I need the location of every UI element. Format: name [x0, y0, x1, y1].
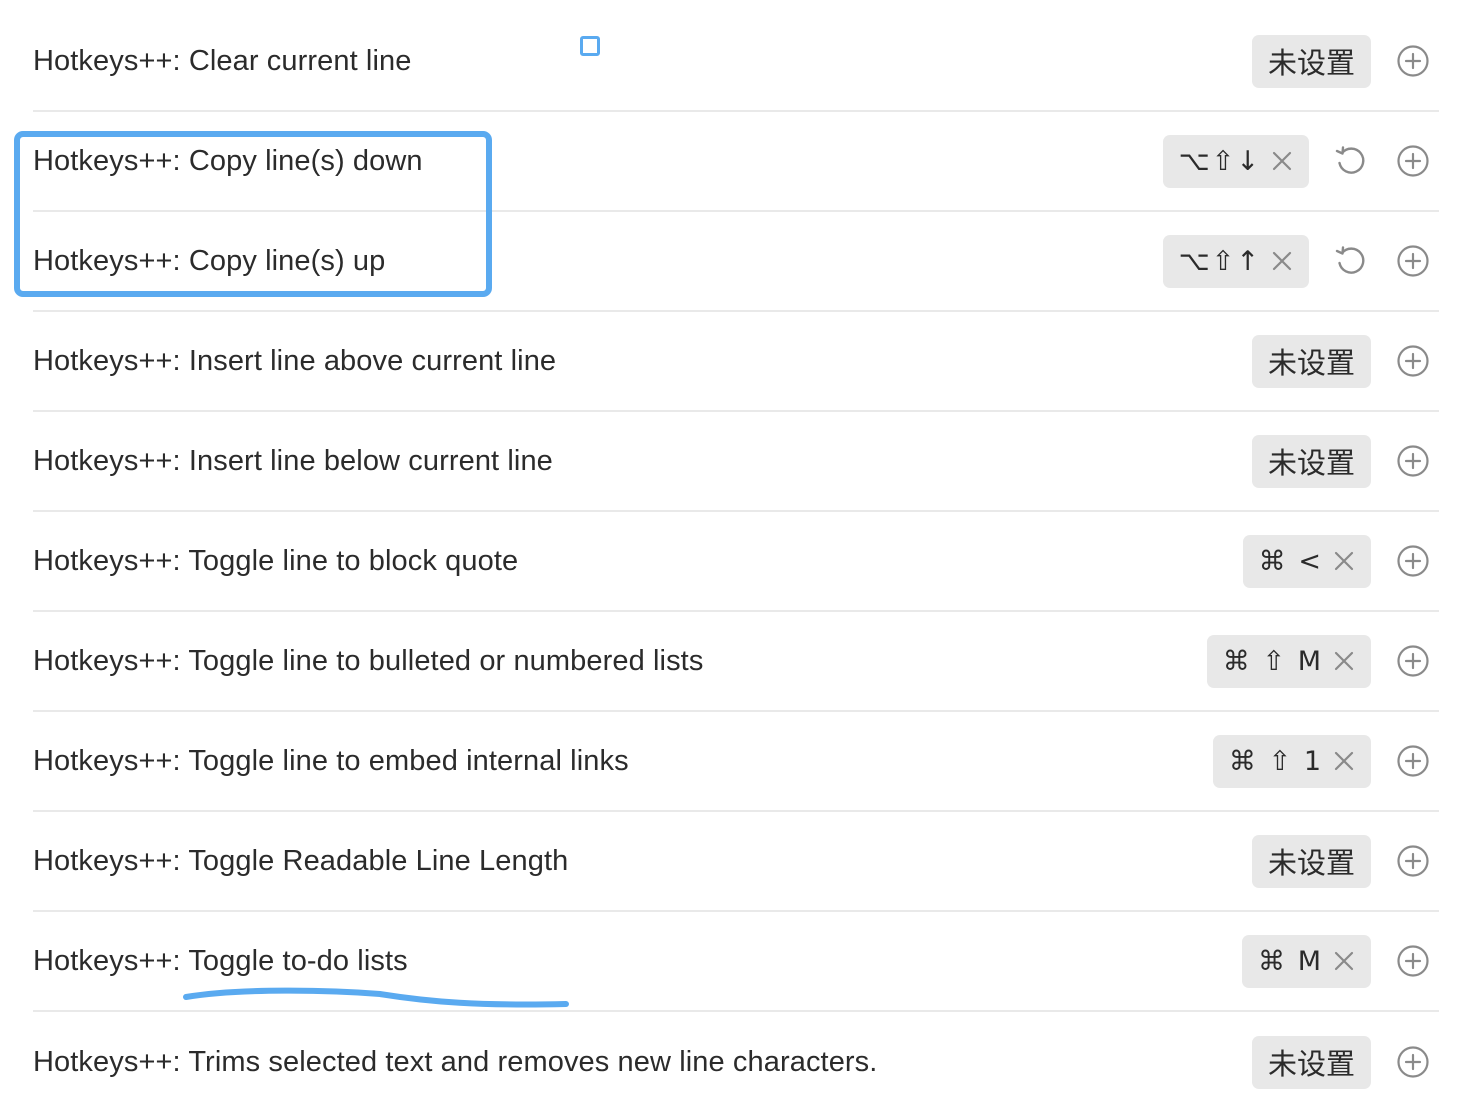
- plus-circle-icon[interactable]: [1393, 241, 1433, 281]
- plus-circle-icon[interactable]: [1393, 141, 1433, 181]
- close-icon[interactable]: [1269, 148, 1295, 174]
- hotkey-controls: ⌥⇧↑: [1162, 212, 1439, 310]
- command-name: Hotkeys++: Toggle Readable Line Length: [33, 844, 569, 877]
- hotkey-controls: ⌘ <: [1242, 512, 1439, 610]
- hotkey-row: Hotkeys++: Insert line below current lin…: [33, 412, 1439, 512]
- close-icon[interactable]: [1331, 548, 1357, 574]
- plus-circle-icon[interactable]: [1393, 541, 1433, 581]
- hotkey-keys: ⌥⇧↑: [1178, 245, 1261, 277]
- hotkey-keys: ⌘ ⇧ 1: [1229, 745, 1323, 777]
- hotkey-row: Hotkeys++: Clear current line 未设置: [33, 12, 1439, 112]
- hotkey-controls: ⌘ ⇧ 1: [1213, 712, 1439, 810]
- plus-circle-icon[interactable]: [1393, 841, 1433, 881]
- unset-hotkey-badge[interactable]: 未设置: [1251, 834, 1371, 888]
- hotkey-row: Hotkeys++: Toggle line to bulleted or nu…: [33, 612, 1439, 712]
- unset-hotkey-badge[interactable]: 未设置: [1251, 1035, 1371, 1089]
- command-name: Hotkeys++: Clear current line: [33, 44, 412, 77]
- command-name: Hotkeys++: Insert line above current lin…: [33, 344, 557, 377]
- reset-icon[interactable]: [1331, 241, 1371, 281]
- hotkey-controls: 未设置: [1251, 12, 1439, 110]
- hotkey-row: Hotkeys++: Copy line(s) up ⌥⇧↑: [33, 212, 1439, 312]
- close-icon[interactable]: [1331, 648, 1357, 674]
- plus-circle-icon[interactable]: [1393, 41, 1433, 81]
- hotkey-controls: 未设置: [1251, 312, 1439, 410]
- unset-hotkey-badge[interactable]: 未设置: [1251, 434, 1371, 488]
- unset-hotkey-badge[interactable]: 未设置: [1251, 34, 1371, 88]
- command-name: Hotkeys++: Toggle to-do lists: [33, 944, 408, 977]
- hotkey-row: Hotkeys++: Toggle Readable Line Length 未设…: [33, 812, 1439, 912]
- close-icon[interactable]: [1269, 248, 1295, 274]
- hotkey-row: Hotkeys++: Trims selected text and remov…: [33, 1012, 1439, 1112]
- plus-circle-icon[interactable]: [1393, 341, 1433, 381]
- command-name: Hotkeys++: Toggle line to block quote: [33, 544, 519, 577]
- hotkey-keys: ⌘ <: [1258, 545, 1323, 577]
- hotkey-row: Hotkeys++: Toggle to-do lists ⌘ M: [33, 912, 1439, 1012]
- command-name: Hotkeys++: Trims selected text and remov…: [33, 1045, 878, 1078]
- plus-circle-icon[interactable]: [1393, 641, 1433, 681]
- hotkey-badge: ⌘ M: [1242, 934, 1371, 988]
- close-icon[interactable]: [1331, 748, 1357, 774]
- hotkey-keys: ⌥⇧↓: [1178, 145, 1261, 177]
- hotkey-controls: 未设置: [1251, 1012, 1439, 1112]
- hotkey-badge: ⌥⇧↑: [1162, 234, 1309, 288]
- command-name: Hotkeys++: Copy line(s) down: [33, 144, 423, 177]
- hotkey-controls: 未设置: [1251, 412, 1439, 510]
- hotkey-row: Hotkeys++: Toggle line to block quote ⌘ <: [33, 512, 1439, 612]
- command-name: Hotkeys++: Toggle line to embed internal…: [33, 744, 629, 777]
- hotkey-row: Hotkeys++: Toggle line to embed internal…: [33, 712, 1439, 812]
- hotkey-controls: ⌘ M: [1242, 912, 1439, 1010]
- unset-hotkey-badge[interactable]: 未设置: [1251, 334, 1371, 388]
- plus-circle-icon[interactable]: [1393, 741, 1433, 781]
- hotkey-keys: ⌘ ⇧ M: [1222, 645, 1323, 677]
- plus-circle-icon[interactable]: [1393, 941, 1433, 981]
- reset-icon[interactable]: [1331, 141, 1371, 181]
- hotkey-keys: ⌘ M: [1258, 945, 1323, 977]
- hotkey-badge: ⌘ ⇧ 1: [1213, 734, 1371, 788]
- hotkey-controls: ⌥⇧↓: [1162, 112, 1439, 210]
- hotkey-controls: ⌘ ⇧ M: [1206, 612, 1439, 710]
- hotkey-row: Hotkeys++: Insert line above current lin…: [33, 312, 1439, 412]
- hotkey-row: Hotkeys++: Copy line(s) down ⌥⇧↓: [33, 112, 1439, 212]
- command-name: Hotkeys++: Toggle line to bulleted or nu…: [33, 644, 704, 677]
- hotkey-badge: ⌥⇧↓: [1162, 134, 1309, 188]
- hotkey-controls: 未设置: [1251, 812, 1439, 910]
- command-name: Hotkeys++: Copy line(s) up: [33, 244, 386, 277]
- plus-circle-icon[interactable]: [1393, 441, 1433, 481]
- hotkey-badge: ⌘ <: [1242, 534, 1371, 588]
- hotkey-badge: ⌘ ⇧ M: [1206, 634, 1371, 688]
- close-icon[interactable]: [1331, 948, 1357, 974]
- plus-circle-icon[interactable]: [1393, 1042, 1433, 1082]
- hotkey-list: Hotkeys++: Clear current line 未设置 Hotkeys+…: [33, 12, 1439, 1112]
- command-name: Hotkeys++: Insert line below current lin…: [33, 444, 553, 477]
